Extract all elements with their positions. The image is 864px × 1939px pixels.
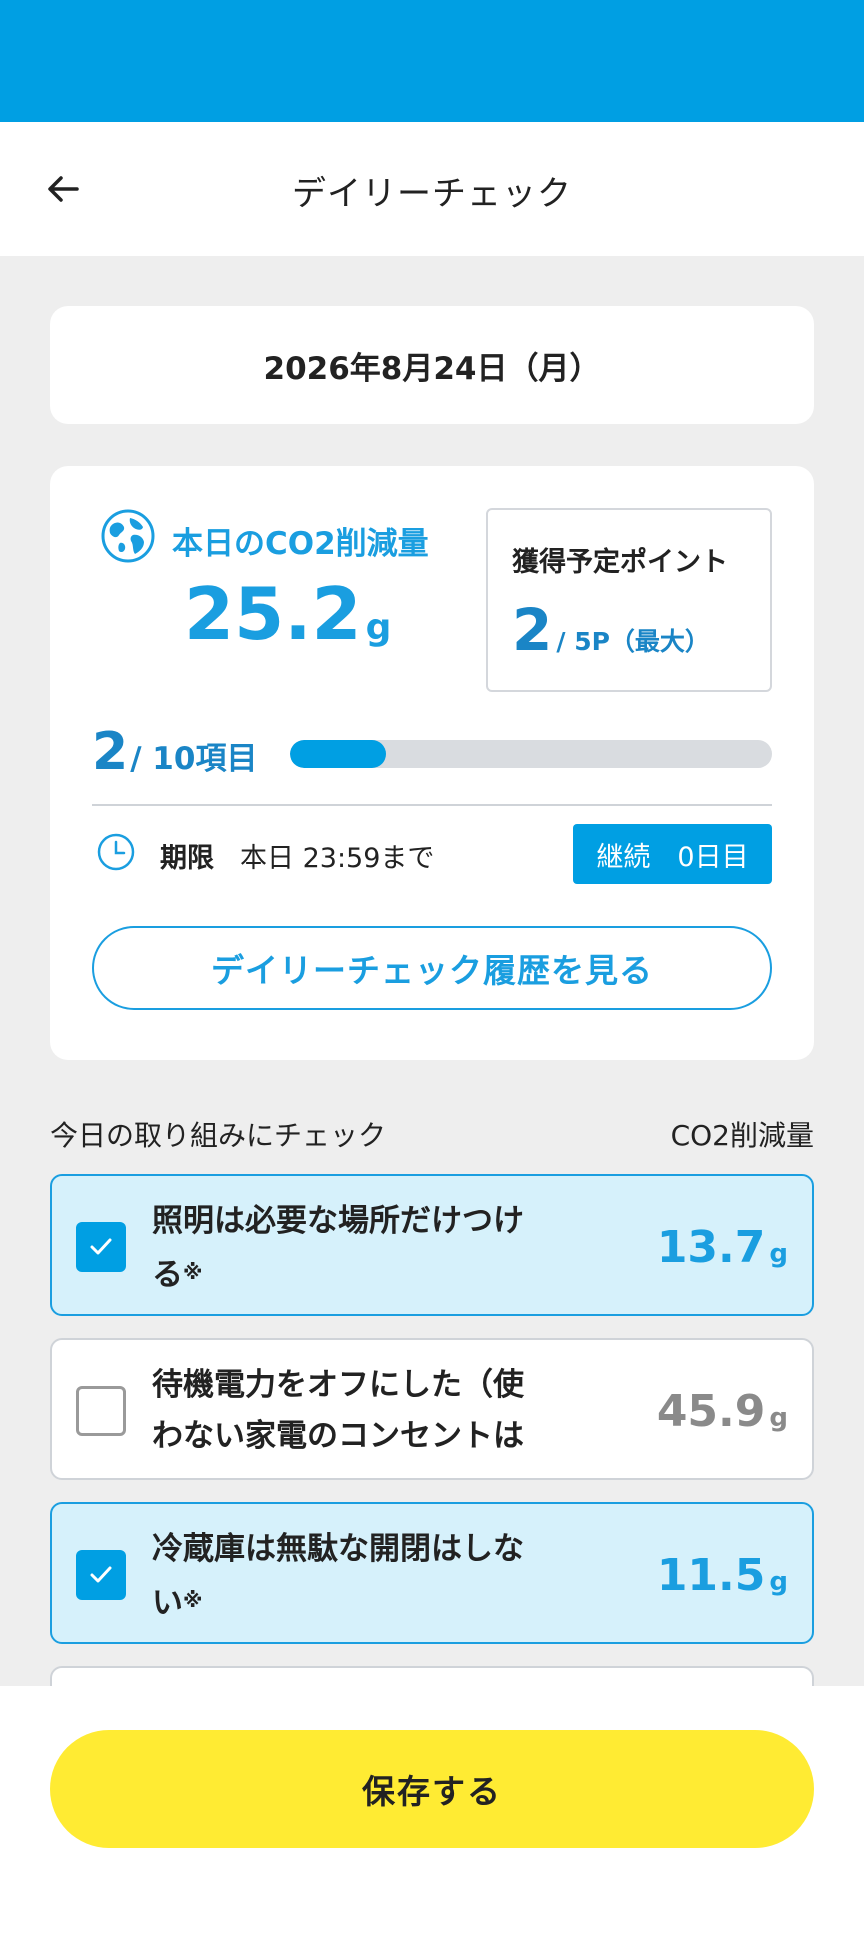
deadline-value: 本日 23:59まで	[240, 843, 435, 874]
page-title: デイリーチェック	[292, 174, 572, 214]
checklist-heading: 今日の取り組みにチェック	[50, 1119, 387, 1152]
co2-value: 25.2 g	[184, 572, 391, 656]
checklist-item[interactable]: 冷蔵庫は無駄な開閉はしない※1 11.5g	[50, 1502, 814, 1644]
co2-unit: g	[365, 607, 392, 648]
points-max: / 5P（最大）	[556, 627, 710, 656]
item-co2-number: 11.5	[656, 1550, 766, 1601]
item-co2-value: 11.5 g	[657, 1550, 788, 1601]
summary-card: 本日のCO2削減量 25.2 g 獲得予定ポイント 2/ 5P（最大） 2/ 10…	[50, 466, 814, 1060]
item-co2-number: 45.9	[656, 1386, 766, 1437]
checklist-item[interactable]: 照明は必要な場所だけつける※1 13.7g	[50, 1174, 814, 1316]
checklist-item[interactable]: 待機電力をオフにした（使わない家電のコンセントは抜いた… 45.9g	[50, 1338, 814, 1480]
item-co2-unit: g	[769, 1239, 788, 1269]
points-value: 2/ 5P（最大）	[512, 596, 710, 664]
co2-column-heading: CO2削減量	[670, 1119, 814, 1152]
item-co2-value: 45.9 g	[657, 1386, 788, 1437]
item-co2-value: 13.7 g	[657, 1222, 788, 1273]
clock-icon	[97, 833, 135, 871]
deadline-label: 期限	[160, 843, 214, 874]
progress-done: 2	[92, 722, 129, 782]
points-box: 獲得予定ポイント 2/ 5P（最大）	[486, 508, 772, 692]
note-mark: ※	[183, 1588, 203, 1612]
item-label: 待機電力をオフにした（使わない家電のコンセントは抜いた…	[152, 1367, 524, 1454]
co2-label: 本日のCO2削減量	[172, 526, 429, 562]
globe-icon	[101, 509, 155, 563]
item-text: 冷蔵庫は無駄な開閉はしない※1	[152, 1524, 552, 1626]
history-button[interactable]: デイリーチェック履歴を見る	[92, 926, 772, 1010]
item-text: 待機電力をオフにした（使わない家電のコンセントは抜いた…	[152, 1360, 552, 1462]
status-bar	[0, 0, 864, 122]
progress-fill	[290, 740, 387, 768]
date-card: 2026年8月24日（月）	[50, 306, 814, 424]
note-mark: ※	[183, 1260, 203, 1284]
checkbox[interactable]	[76, 1222, 126, 1272]
checkbox[interactable]	[76, 1386, 126, 1436]
checkbox[interactable]	[76, 1550, 126, 1600]
date-label: 2026年8月24日（月）	[263, 350, 601, 387]
item-label: 照明は必要な場所だけつける	[152, 1203, 524, 1293]
item-co2-unit: g	[769, 1567, 788, 1597]
streak-badge: 継続 0日目	[573, 824, 772, 884]
progress-bar	[290, 740, 772, 768]
progress-count: 2/ 10項目	[92, 722, 257, 782]
check-icon	[90, 1238, 112, 1255]
save-button[interactable]: 保存する	[50, 1730, 814, 1848]
progress-total: / 10項目	[130, 741, 258, 777]
item-label: 冷蔵庫は無駄な開閉はしない	[152, 1531, 524, 1621]
item-co2-number: 13.7	[656, 1222, 766, 1273]
divider	[92, 804, 772, 806]
co2-number: 25.2	[184, 572, 362, 656]
check-icon	[90, 1566, 112, 1583]
points-current: 2	[512, 596, 553, 664]
footer: 保存する	[0, 1686, 864, 1939]
app-header: デイリーチェック	[0, 122, 864, 256]
item-co2-unit: g	[769, 1403, 788, 1433]
points-label: 獲得予定ポイント	[512, 547, 728, 578]
item-text: 照明は必要な場所だけつける※1	[152, 1196, 552, 1298]
